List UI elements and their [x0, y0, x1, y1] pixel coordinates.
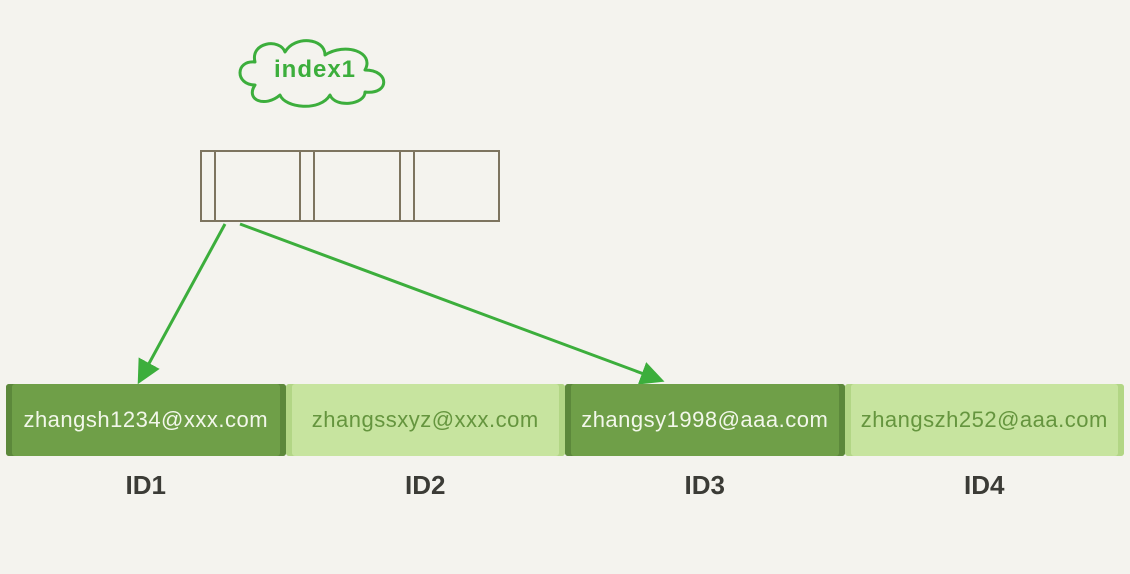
arrow-to-cell-2 — [240, 224, 660, 380]
id-label-row: ID1 ID2 ID3 ID4 — [6, 470, 1124, 501]
diagram-stage: index1 zhangsh1234@xxx.com zhangssxyz@xx… — [0, 0, 1130, 574]
slot-pointer — [415, 152, 498, 220]
cell-email: zhangszh252@aaa.com — [861, 407, 1108, 433]
index-slot — [202, 152, 299, 220]
cell-email: zhangssxyz@xxx.com — [312, 407, 539, 433]
id-label: ID1 — [6, 470, 286, 501]
index-slot — [399, 152, 498, 220]
data-row: zhangsh1234@xxx.com zhangssxyz@xxx.com z… — [6, 384, 1124, 456]
id-label: ID2 — [286, 470, 566, 501]
slot-key — [301, 152, 315, 220]
index-slots — [200, 150, 500, 222]
data-cell: zhangsy1998@aaa.com — [565, 384, 845, 456]
index-cloud: index1 — [225, 30, 405, 110]
arrow-to-cell-0 — [140, 224, 225, 380]
slot-key — [401, 152, 415, 220]
data-cell: zhangssxyz@xxx.com — [286, 384, 566, 456]
id-label: ID4 — [845, 470, 1125, 501]
data-cell: zhangsh1234@xxx.com — [6, 384, 286, 456]
id-label: ID3 — [565, 470, 845, 501]
slot-key — [202, 152, 216, 220]
slot-pointer — [216, 152, 299, 220]
slot-pointer — [315, 152, 398, 220]
cell-email: zhangsh1234@xxx.com — [23, 407, 268, 433]
cell-email: zhangsy1998@aaa.com — [581, 407, 828, 433]
index-slot — [299, 152, 398, 220]
data-cell: zhangszh252@aaa.com — [845, 384, 1125, 456]
index-label: index1 — [274, 56, 356, 84]
